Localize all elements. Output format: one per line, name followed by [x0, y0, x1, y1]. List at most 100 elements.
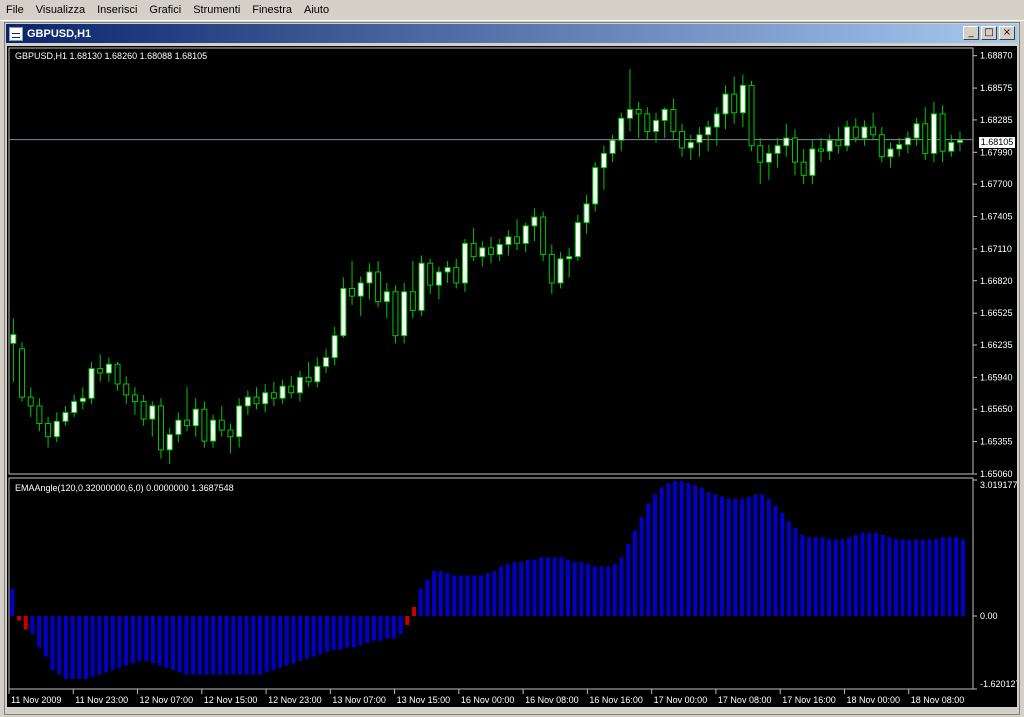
- candle-body: [192, 408, 199, 427]
- indicator-bar: [104, 616, 109, 673]
- indicator-bar: [164, 616, 169, 668]
- candle-body: [852, 126, 859, 139]
- time-tick-label: 17 Nov 08:00: [718, 695, 772, 705]
- price-tick-label: 1.65060: [980, 469, 1013, 479]
- candle-body: [574, 222, 581, 258]
- indicator-bar: [505, 564, 510, 617]
- price-tick-label: 1.67990: [980, 147, 1013, 157]
- menu-visualizza[interactable]: Visualizza: [30, 0, 91, 20]
- indicator-bar: [23, 616, 28, 630]
- indicator-bar: [425, 579, 430, 617]
- candle-body: [184, 419, 191, 427]
- candle-body: [349, 287, 356, 297]
- time-tick-label: 16 Nov 00:00: [461, 695, 515, 705]
- indicator-bar: [806, 537, 811, 617]
- indicator-bar: [860, 532, 865, 617]
- indicator-bar: [679, 480, 684, 617]
- menu-finestra[interactable]: Finestra: [246, 0, 298, 20]
- indicator-bar: [405, 616, 410, 626]
- indicator-bar: [606, 566, 611, 617]
- indicator-bar: [887, 537, 892, 617]
- indicator-bar: [478, 575, 483, 617]
- time-tick-label: 12 Nov 23:00: [268, 695, 322, 705]
- chart-window-icon: [9, 26, 23, 41]
- indicator-bar: [371, 616, 376, 641]
- indicator-bar: [271, 616, 276, 671]
- indicator-bar: [472, 575, 477, 617]
- candle-body: [227, 429, 234, 438]
- maximize-button[interactable]: □: [981, 26, 997, 40]
- candle-body: [696, 134, 703, 143]
- indicator-bar: [171, 616, 176, 671]
- menu-aiuto[interactable]: Aiuto: [298, 0, 335, 20]
- indicator-bar: [445, 573, 450, 617]
- window-controls: _ □ ×: [963, 26, 1015, 40]
- candle-body: [557, 258, 564, 284]
- candle-body: [635, 108, 642, 115]
- price-tick-label: 1.66235: [980, 340, 1013, 350]
- indicator-bar: [10, 588, 15, 617]
- indicator-bar: [927, 539, 932, 617]
- price-tick-label: 1.68575: [980, 83, 1013, 93]
- indicator-bar: [733, 498, 738, 617]
- window-title: GBPUSD,H1: [27, 27, 92, 40]
- candle-body: [401, 291, 408, 337]
- menu-grafici[interactable]: Grafici: [143, 0, 187, 20]
- indicator-bar: [385, 616, 390, 639]
- time-tick-label: 13 Nov 07:00: [332, 695, 386, 705]
- time-tick-label: 12 Nov 15:00: [204, 695, 258, 705]
- indicator-bar: [37, 616, 42, 648]
- indicator-bar: [311, 616, 316, 657]
- candle-body: [392, 291, 399, 337]
- indicator-bar: [532, 559, 537, 617]
- candle-body: [930, 113, 937, 154]
- time-tick-label: 17 Nov 00:00: [654, 695, 708, 705]
- candle-body: [79, 397, 86, 403]
- minimize-button[interactable]: _: [963, 26, 979, 40]
- indicator-bar: [438, 570, 443, 617]
- candle-body: [375, 271, 382, 303]
- candle-body: [835, 139, 842, 147]
- indicator-bar: [278, 616, 283, 668]
- indicator-bar: [740, 498, 745, 617]
- indicator-bar: [960, 539, 965, 617]
- indicator-bar: [559, 557, 564, 617]
- candle-body: [844, 126, 851, 147]
- candle-body: [357, 282, 364, 297]
- close-button[interactable]: ×: [999, 26, 1015, 40]
- indicator-bar: [298, 616, 303, 662]
- indicator-bar: [659, 487, 664, 617]
- window-titlebar[interactable]: GBPUSD,H1 _ □ ×: [6, 24, 1018, 43]
- candle-body: [27, 396, 34, 407]
- indicator-bar: [452, 575, 457, 617]
- candle-body: [409, 291, 416, 311]
- indicator-bar: [572, 561, 577, 617]
- indicator-bar: [586, 564, 591, 617]
- menu-file[interactable]: File: [0, 0, 30, 20]
- indicator-bar: [940, 537, 945, 617]
- chart-area[interactable]: 1.68870 1.68575 1.68285 1.67990 1.67700 1.674…: [7, 46, 1017, 707]
- indicator-bar: [539, 557, 544, 617]
- candle-body: [166, 433, 173, 451]
- menu-inserisci[interactable]: Inserisci: [91, 0, 143, 20]
- candle-body: [531, 216, 538, 227]
- indicator-bar: [499, 566, 504, 617]
- indicator-bar: [760, 494, 765, 617]
- menu-strumenti[interactable]: Strumenti: [187, 0, 246, 20]
- candle-body: [739, 84, 746, 114]
- chart-canvas[interactable]: 1.68870 1.68575 1.68285 1.67990 1.67700 1.674…: [7, 46, 1017, 707]
- indicator-bar: [345, 616, 350, 648]
- indicator-tick-label: 3.019177: [980, 480, 1017, 490]
- candle-body: [10, 334, 17, 344]
- candle-body: [331, 335, 338, 359]
- candle-body: [687, 141, 694, 149]
- time-tick-label: 11 Nov 2009: [11, 695, 61, 705]
- candle-body: [600, 152, 607, 169]
- candle-body: [505, 236, 512, 246]
- time-tick-label: 11 Nov 23:00: [75, 695, 128, 705]
- indicator-bar: [552, 557, 557, 617]
- time-tick-label: 16 Nov 16:00: [589, 695, 643, 705]
- candle-body: [62, 412, 69, 422]
- indicator-bar: [231, 616, 236, 675]
- indicator-bar: [519, 561, 524, 617]
